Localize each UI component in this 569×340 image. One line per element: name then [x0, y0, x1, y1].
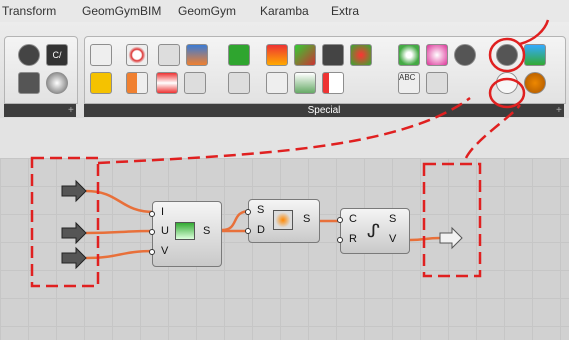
group-bar-left [4, 104, 76, 117]
input-port-label: I [161, 206, 165, 218]
output-port-label: S [203, 225, 211, 237]
histogram-icon[interactable] [322, 44, 344, 66]
image-icon[interactable] [426, 72, 448, 94]
param-output-icon[interactable] [496, 72, 518, 94]
output-port-label: S [389, 213, 397, 225]
subdivide-icon [273, 210, 293, 230]
param-input-icon[interactable] [496, 44, 518, 66]
graph-icon[interactable] [294, 44, 316, 66]
grip[interactable] [337, 217, 343, 223]
component-2[interactable]: S D S [245, 199, 320, 243]
grip[interactable] [245, 228, 251, 234]
record-icon[interactable] [266, 44, 288, 66]
transform-curve-icon: ᔑ [367, 221, 380, 241]
bezier-icon[interactable] [266, 72, 288, 94]
burger-icon[interactable] [524, 72, 546, 94]
panel-icon[interactable] [184, 72, 206, 94]
abc-text-icon[interactable]: ABC [398, 72, 420, 94]
tree-icon[interactable] [228, 44, 250, 66]
expand-plus-icon[interactable]: + [68, 104, 74, 117]
grip[interactable] [149, 211, 155, 217]
preview-icon[interactable] [524, 44, 546, 66]
bracket-icon[interactable] [126, 72, 148, 94]
input-port-label: D [257, 224, 265, 236]
timer-icon[interactable] [454, 44, 476, 66]
color-wheel-icon[interactable] [398, 44, 420, 66]
grip[interactable] [245, 209, 251, 215]
tab-karamba[interactable]: Karamba [260, 4, 309, 18]
expand-plus-icon[interactable]: + [556, 104, 562, 117]
menu-tab-bar: Transform GeomGymBIM GeomGym Karamba Ext… [0, 0, 569, 23]
component-3[interactable]: C R ᔑ S V [337, 208, 410, 254]
tab-geomgymbim[interactable]: GeomGymBIM [82, 4, 161, 18]
swap-icon[interactable] [186, 44, 208, 66]
canvas-top-area [0, 118, 569, 158]
sketch-icon[interactable] [90, 72, 112, 94]
line-graph-icon[interactable] [294, 72, 316, 94]
grip[interactable] [149, 249, 155, 255]
grip[interactable] [149, 229, 155, 235]
tab-geomgym[interactable]: GeomGym [178, 4, 236, 18]
input-port-label: C [349, 213, 357, 225]
bar-graph-icon[interactable] [322, 72, 344, 94]
tab-extra[interactable]: Extra [331, 4, 359, 18]
grasshopper-canvas[interactable] [0, 158, 569, 340]
output-port-label: V [389, 233, 397, 245]
input-port-label: V [161, 245, 169, 257]
gear-hex-icon[interactable] [18, 72, 40, 94]
circle-c-icon[interactable]: C/ [46, 44, 68, 66]
output-port-label: S [303, 213, 311, 225]
component-1[interactable]: I U V S [149, 201, 222, 267]
tab-transform[interactable]: Transform [2, 4, 56, 18]
value-list-icon[interactable] [156, 72, 178, 94]
input-port-label: S [257, 204, 265, 216]
grid-points-icon [175, 222, 195, 240]
input-port-label: U [161, 225, 169, 237]
random-icon[interactable] [158, 44, 180, 66]
input-port-label: R [349, 233, 357, 245]
swatch-icon[interactable] [426, 44, 448, 66]
scribble-icon[interactable] [228, 72, 250, 94]
grip[interactable] [337, 237, 343, 243]
hexagon-icon[interactable] [18, 44, 40, 66]
number-slider-icon[interactable] [90, 44, 112, 66]
group-bar-special: Special [84, 104, 564, 117]
sphere-icon[interactable] [46, 72, 68, 94]
target-icon[interactable] [126, 44, 148, 66]
pie-icon[interactable] [350, 44, 372, 66]
